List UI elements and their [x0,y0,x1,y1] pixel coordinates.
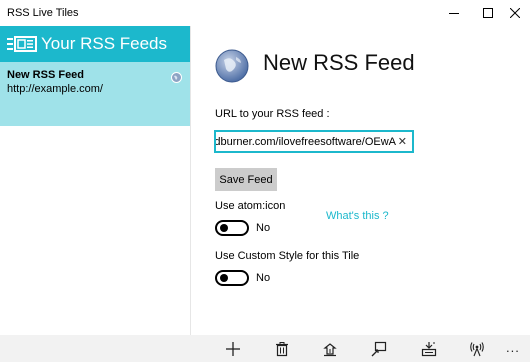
close-button[interactable] [498,0,530,26]
page-title: New RSS Feed [263,50,415,75]
save-feed-button[interactable]: Save Feed [215,168,277,191]
news-icon [7,36,37,57]
app-bar: ... [0,335,530,362]
toggle-knob [220,224,228,232]
url-input[interactable] [216,132,396,151]
minimize-button[interactable] [437,0,471,26]
url-label: URL to your RSS feed : [215,108,330,120]
feed-item-url: http://example.com/ [7,83,103,95]
custom-style-toggle[interactable] [215,270,249,286]
feed-list-item[interactable]: New RSS Feed http://example.com/ [0,62,190,126]
atom-icon-toggle[interactable] [215,220,249,236]
feed-item-name: New RSS Feed [7,69,85,81]
toggle-knob [220,274,228,282]
tile-icon[interactable] [420,340,438,358]
feeds-header-title: Your RSS Feeds [41,34,167,53]
custom-style-state: No [256,272,271,284]
delete-icon[interactable] [273,340,291,358]
clear-icon[interactable]: ✕ [398,135,407,148]
atom-icon-label: Use atom:icon [215,200,286,212]
feeds-header: Your RSS Feeds [0,26,190,62]
close-icon [510,8,520,18]
whats-this-link[interactable]: What's this ? [326,210,389,222]
url-field[interactable]: ✕ [214,130,414,153]
preview-icon[interactable] [370,340,388,358]
globe-icon [171,70,182,88]
custom-style-label: Use Custom Style for this Tile [215,250,360,262]
window-title: RSS Live Tiles [7,7,79,19]
add-icon[interactable] [224,340,242,358]
globe-icon [214,48,250,89]
title-bar: RSS Live Tiles [0,0,530,26]
maximize-icon [483,8,493,18]
more-options-button[interactable]: ... [506,340,520,355]
pin-icon[interactable] [321,340,339,358]
antenna-icon[interactable] [468,340,486,358]
atom-icon-state: No [256,222,271,234]
minimize-icon [449,13,459,14]
feeds-pane: Your RSS Feeds New RSS Feed http://examp… [0,26,191,335]
